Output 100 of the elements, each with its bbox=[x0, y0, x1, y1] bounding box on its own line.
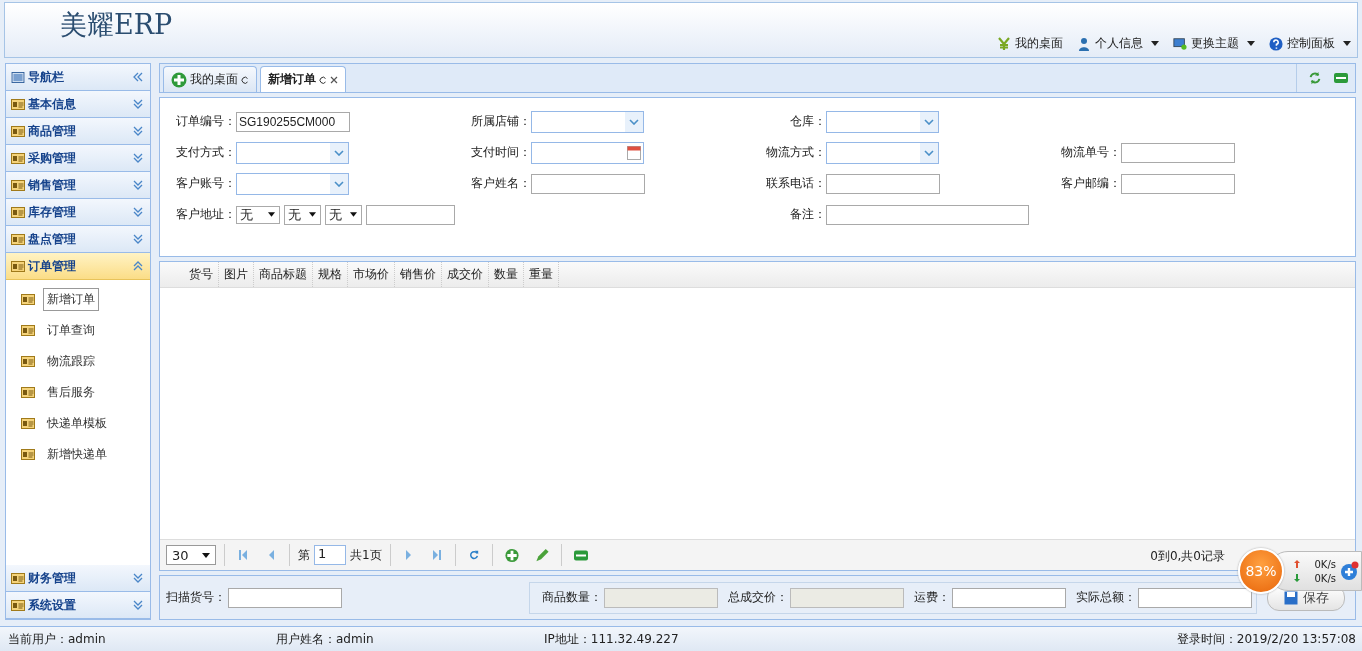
upload-rate: 0K/s bbox=[1313, 558, 1336, 570]
top-menu-link[interactable]: 控制面板 bbox=[1269, 35, 1351, 52]
column-header[interactable]: 数量 bbox=[489, 262, 524, 287]
sidebar-group[interactable]: 销售管理 bbox=[6, 172, 150, 199]
field-label: 联系电话： bbox=[765, 175, 826, 192]
column-header[interactable]: 货号 bbox=[184, 262, 219, 287]
dropdown-field[interactable] bbox=[236, 141, 349, 164]
dropdown-field[interactable]: 无 bbox=[325, 204, 363, 225]
tab[interactable]: 我的桌面 bbox=[163, 66, 257, 92]
caret-icon bbox=[350, 212, 358, 217]
sidebar-group[interactable]: 财务管理 bbox=[6, 565, 150, 592]
sidebar-item[interactable]: 快递单模板 bbox=[43, 412, 111, 435]
tab[interactable]: 新增订单 bbox=[260, 66, 346, 92]
dropdown-field[interactable] bbox=[826, 141, 939, 164]
page-label: 第 bbox=[298, 546, 310, 564]
floppy-icon bbox=[1283, 590, 1298, 605]
field-label: 所属店铺： bbox=[470, 113, 531, 130]
text-field[interactable] bbox=[1138, 587, 1252, 608]
upload-arrow-icon bbox=[1294, 560, 1300, 568]
sidebar-group[interactable]: 商品管理 bbox=[6, 118, 150, 145]
sidebar-item[interactable]: 新增快递单 bbox=[43, 443, 111, 466]
column-header[interactable]: 成交价 bbox=[442, 262, 489, 287]
close-icon[interactable] bbox=[330, 75, 338, 84]
column-header[interactable]: 商品标题 bbox=[254, 262, 313, 287]
column-header[interactable]: 规格 bbox=[313, 262, 348, 287]
refresh-icon[interactable] bbox=[241, 75, 249, 84]
top-menu-link[interactable]: 更换主题 bbox=[1173, 35, 1255, 52]
text-field[interactable] bbox=[952, 587, 1066, 608]
chevron-icon bbox=[132, 98, 144, 110]
yen-icon bbox=[997, 36, 1011, 51]
sidebar-group[interactable]: 系统设置 bbox=[6, 592, 150, 619]
dropdown-field[interactable]: 无 bbox=[284, 204, 322, 225]
chevron-icon bbox=[334, 180, 344, 187]
plus-icon[interactable] bbox=[1339, 561, 1359, 581]
dropdown-field[interactable] bbox=[531, 110, 644, 133]
chevron-icon bbox=[132, 572, 144, 584]
text-field[interactable] bbox=[1121, 142, 1235, 163]
add-icon[interactable] bbox=[503, 547, 520, 563]
sidebar-group[interactable]: 订单管理 bbox=[6, 253, 150, 280]
status-text: 当前用户：admin bbox=[8, 630, 107, 648]
dropdown-field[interactable] bbox=[236, 172, 349, 195]
next-page-icon[interactable] bbox=[403, 549, 414, 561]
card-icon bbox=[21, 294, 35, 305]
sidebar-title: 导航栏 bbox=[28, 68, 65, 86]
first-page-icon[interactable] bbox=[238, 549, 248, 561]
sidebar-item[interactable]: 新增订单 bbox=[43, 288, 99, 311]
field-label: 客户邮编： bbox=[1060, 175, 1121, 192]
chevron-icon bbox=[924, 149, 934, 156]
card-icon bbox=[21, 449, 35, 460]
sidebar-group[interactable]: 盘点管理 bbox=[6, 226, 150, 253]
text-field[interactable] bbox=[1121, 173, 1235, 194]
top-menu-link[interactable]: 个人信息 bbox=[1077, 35, 1159, 52]
card-icon bbox=[11, 179, 25, 191]
last-page-icon[interactable] bbox=[431, 549, 442, 561]
monitor-icon bbox=[1173, 36, 1187, 51]
scan-field[interactable] bbox=[228, 587, 342, 608]
card-icon bbox=[11, 599, 25, 611]
chevron-icon bbox=[924, 118, 934, 125]
text-field[interactable] bbox=[366, 204, 455, 225]
field-label: 客户姓名： bbox=[470, 175, 531, 192]
dropdown-field[interactable] bbox=[826, 110, 939, 133]
field-label: 扫描货号： bbox=[166, 589, 226, 606]
text-field[interactable] bbox=[826, 204, 1029, 225]
help-icon bbox=[1269, 36, 1283, 51]
sidebar-item[interactable]: 售后服务 bbox=[43, 381, 99, 404]
page-size-select[interactable]: 30 bbox=[166, 545, 216, 565]
card-icon bbox=[21, 418, 35, 429]
sidebar-item[interactable]: 订单查询 bbox=[43, 319, 99, 342]
top-menu-link[interactable]: 我的桌面 bbox=[997, 35, 1063, 52]
field-label: 仓库： bbox=[789, 113, 826, 130]
chevron-icon bbox=[132, 179, 144, 191]
calendar-icon bbox=[627, 145, 641, 160]
date-field[interactable] bbox=[531, 141, 644, 164]
status-text: 登录时间：2019/2/20 13:57:08 bbox=[1176, 630, 1356, 648]
refresh-icon[interactable] bbox=[319, 75, 327, 84]
column-header[interactable]: 市场价 bbox=[348, 262, 395, 287]
text-field[interactable]: SG190255CM000 bbox=[236, 111, 350, 132]
sidebar-item[interactable]: 物流跟踪 bbox=[43, 350, 99, 373]
field-label: 支付时间： bbox=[470, 144, 531, 161]
text-field[interactable] bbox=[826, 173, 940, 194]
page-number-field[interactable]: 1 bbox=[314, 545, 346, 565]
dropdown-field[interactable]: 无 bbox=[236, 205, 281, 224]
collapse-icon[interactable] bbox=[132, 71, 144, 83]
sidebar-group[interactable]: 基本信息 bbox=[6, 91, 150, 118]
text-field[interactable] bbox=[531, 173, 645, 194]
chevron-icon bbox=[132, 599, 144, 611]
sidebar-group[interactable]: 库存管理 bbox=[6, 199, 150, 226]
window-icon bbox=[11, 71, 25, 83]
column-header[interactable]: 图片 bbox=[219, 262, 254, 287]
total-pages: 共1页 bbox=[350, 546, 382, 564]
field-label: 备注： bbox=[789, 206, 826, 223]
reload-icon[interactable] bbox=[468, 549, 479, 561]
sidebar-group[interactable]: 采购管理 bbox=[6, 145, 150, 172]
column-header[interactable]: 重量 bbox=[524, 262, 559, 287]
minimize-icon[interactable] bbox=[1333, 71, 1349, 85]
field-label: 客户账号： bbox=[175, 175, 236, 192]
card-icon bbox=[21, 387, 35, 398]
field-label: 物流单号： bbox=[1060, 144, 1121, 161]
card-icon bbox=[11, 98, 25, 110]
column-header[interactable]: 销售价 bbox=[395, 262, 442, 287]
